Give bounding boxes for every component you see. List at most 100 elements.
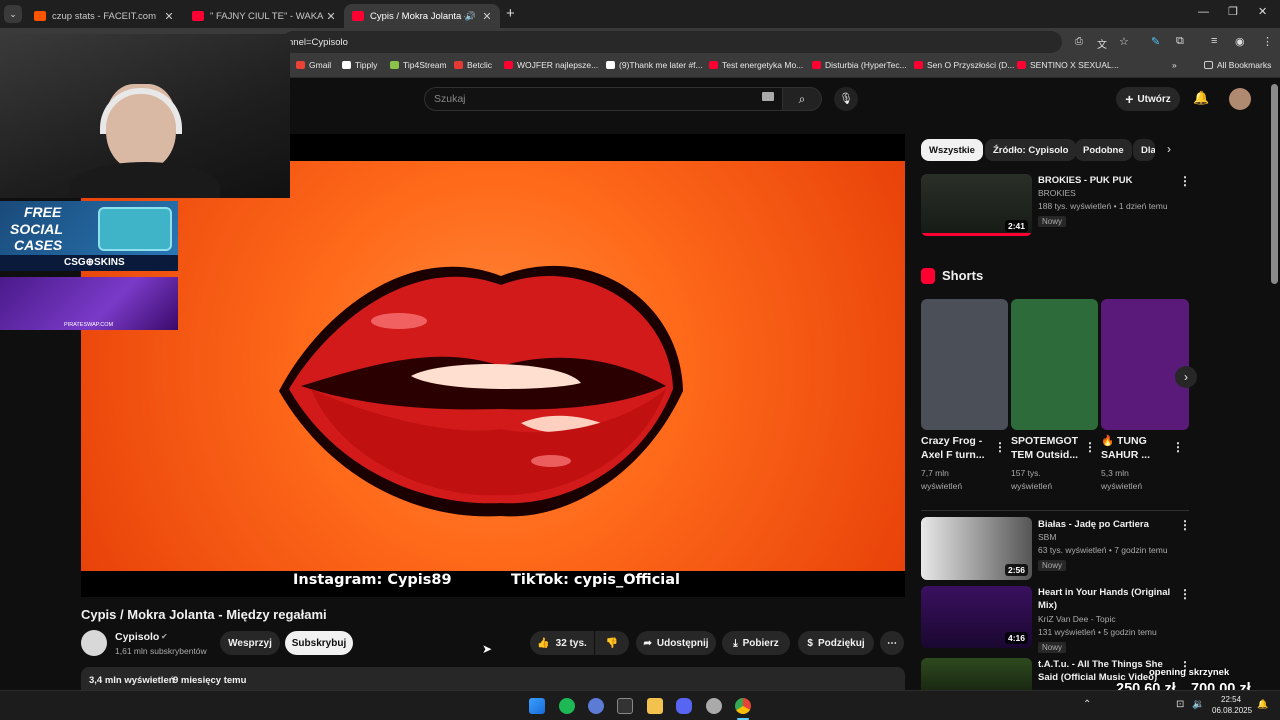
subscribe-button[interactable]: Subskrybuj xyxy=(285,631,353,655)
short-title[interactable]: Crazy Frog - xyxy=(921,435,982,448)
short-title-line2[interactable]: SAHUR ... xyxy=(1101,449,1150,462)
url-field[interactable] xyxy=(282,31,1062,53)
more-options-icon[interactable]: ⋮ xyxy=(1179,518,1191,532)
rec-channel[interactable]: SBM xyxy=(1038,531,1056,544)
bookmark-test-energetyka[interactable]: Test energetyka Mo... xyxy=(709,60,803,70)
mic-button[interactable]: 🎙 xyxy=(834,87,858,111)
short-title[interactable]: 🔥 TUNG xyxy=(1101,435,1147,448)
tab-youtube-wakacje[interactable]: " FAJNY CIUL TE" - WAKACY ✕ xyxy=(184,4,344,28)
rec-title[interactable]: Heart in Your Hands (Original xyxy=(1038,586,1170,599)
more-options-icon[interactable]: ⋮ xyxy=(1084,440,1096,454)
more-options-icon[interactable]: ⋮ xyxy=(1179,587,1191,601)
tab-search-button[interactable]: ⌄ xyxy=(4,5,22,23)
rec-channel[interactable]: KriZ Van Dee - Topic xyxy=(1038,613,1116,626)
install-app-icon[interactable]: ⎙ xyxy=(1075,36,1083,47)
close-icon[interactable]: ✕ xyxy=(162,10,176,23)
channel-name[interactable]: Cypisolo xyxy=(115,631,159,643)
scrollbar[interactable] xyxy=(1271,84,1278,284)
new-tab-button[interactable]: + xyxy=(506,5,515,22)
close-icon[interactable]: ✕ xyxy=(324,10,338,23)
rec-thumbnail[interactable] xyxy=(921,658,1032,690)
rec-title[interactable]: BROKIES - PUK PUK xyxy=(1038,174,1132,187)
chip-from-channel[interactable]: Źródło: Cypisolo xyxy=(985,139,1077,161)
media-icon[interactable]: ≡ xyxy=(1211,35,1217,47)
close-window-button[interactable]: ✕ xyxy=(1258,5,1267,18)
chevron-right-icon[interactable]: › xyxy=(1167,142,1171,156)
avatar[interactable] xyxy=(1229,88,1251,110)
volume-icon[interactable]: 🔉 xyxy=(1192,699,1204,710)
share-button[interactable]: ➦ Udostępnij xyxy=(636,631,716,655)
bookmark-thankmelater[interactable]: (9)Thank me later #f... xyxy=(606,60,703,70)
chip-related[interactable]: Podobne xyxy=(1075,139,1132,161)
bookmark-all[interactable]: All Bookmarks xyxy=(1204,60,1271,70)
app-icon[interactable] xyxy=(588,698,604,714)
close-icon[interactable]: ✕ xyxy=(480,10,494,23)
short-thumbnail[interactable] xyxy=(1011,299,1098,430)
steam-icon[interactable] xyxy=(706,698,722,714)
menu-icon[interactable]: ⋮ xyxy=(1262,35,1273,48)
minimize-button[interactable]: — xyxy=(1198,6,1209,18)
rec-thumbnail[interactable]: 2:56 xyxy=(921,517,1032,580)
rec-title-line2[interactable]: Mix) xyxy=(1038,599,1057,612)
speaker-icon[interactable]: 🔊 xyxy=(465,11,476,22)
shorts-next-button[interactable]: › xyxy=(1175,366,1197,388)
maximize-button[interactable]: ❐ xyxy=(1228,5,1238,18)
download-button[interactable]: ⤓ Pobierz xyxy=(722,631,790,655)
create-button[interactable]: + Utwórz xyxy=(1116,87,1180,111)
windows-start-icon[interactable] xyxy=(529,698,545,714)
bookmark-sentino[interactable]: SENTINO X SEXUAL... xyxy=(1017,60,1119,70)
bookmark-sen[interactable]: Sen O Przyszłości (D... xyxy=(914,60,1014,70)
discord-icon[interactable] xyxy=(676,698,692,714)
thanks-button[interactable]: $ Podziękuj xyxy=(798,631,874,655)
tray-chevron-icon[interactable]: ⌃ xyxy=(1083,699,1091,710)
epic-games-icon[interactable] xyxy=(617,698,633,714)
rec-title[interactable]: Białas - Jadę po Cartiera xyxy=(1038,518,1149,531)
file-explorer-icon[interactable] xyxy=(647,698,663,714)
extension-icon[interactable]: ✎ xyxy=(1151,35,1160,48)
video-player[interactable]: Instagram: Cypis89 TikTok: cypis_Officia… xyxy=(81,134,905,597)
profile-icon[interactable]: ◉ xyxy=(1235,35,1245,48)
clock-time[interactable]: 22:54 xyxy=(1221,695,1241,704)
notifications-icon[interactable]: 🔔 xyxy=(1193,90,1209,106)
tab-youtube-cypis[interactable]: Cypis / Mokra Jolanta - Mię 🔊 ✕ xyxy=(344,4,500,28)
notification-bell-icon[interactable]: 🔔 xyxy=(1257,699,1268,710)
rec-thumbnail[interactable]: 2:41 xyxy=(921,174,1032,236)
like-button[interactable]: 👍 32 tys. xyxy=(530,631,594,655)
more-actions-button[interactable]: ⋯ xyxy=(880,631,904,655)
rec-channel[interactable]: BROKIES xyxy=(1038,187,1076,200)
short-thumbnail[interactable] xyxy=(1101,299,1189,430)
bookmark-gmail[interactable]: Gmail xyxy=(296,60,331,70)
translate-icon[interactable]: 文 xyxy=(1097,36,1107,51)
rec-thumbnail[interactable]: 4:16 xyxy=(921,586,1032,648)
tab-faceit[interactable]: czup stats - FACEIT.com ✕ xyxy=(26,4,182,28)
short-title[interactable]: SPOTEMGOT xyxy=(1011,435,1078,448)
short-thumbnail[interactable] xyxy=(921,299,1008,430)
bookmark-disturbia[interactable]: Disturbia (HyperTec... xyxy=(812,60,907,70)
star-icon[interactable]: ☆ xyxy=(1119,35,1129,48)
bookmark-betclic[interactable]: Betclic xyxy=(454,60,492,70)
rec-title[interactable]: t.A.T.u. - All The Things She xyxy=(1038,658,1163,671)
spotify-icon[interactable] xyxy=(559,698,575,714)
channel-avatar[interactable] xyxy=(81,630,107,656)
short-title-line2[interactable]: Axel F turn... xyxy=(921,449,985,462)
join-button[interactable]: Wesprzyj xyxy=(220,631,280,655)
puzzle-icon[interactable]: ⧉ xyxy=(1176,35,1184,48)
more-options-icon[interactable]: ⋮ xyxy=(994,440,1006,454)
bookmark-tipply[interactable]: Tipply xyxy=(342,60,377,70)
more-options-icon[interactable]: ⋮ xyxy=(1179,174,1191,188)
download-icon: ⤓ xyxy=(733,637,738,649)
search-input[interactable] xyxy=(424,87,784,111)
more-options-icon[interactable]: ⋮ xyxy=(1172,440,1184,454)
dislike-button[interactable]: 👎 xyxy=(595,631,629,655)
chrome-icon[interactable] xyxy=(735,698,751,714)
chip-for-you[interactable]: Dla xyxy=(1133,139,1155,161)
bookmark-tip4stream[interactable]: Tip4Stream xyxy=(390,60,447,70)
bookmark-wojfer[interactable]: WOJFER najlepsze... xyxy=(504,60,598,70)
keyboard-icon[interactable] xyxy=(762,92,774,101)
bookmarks-overflow-icon[interactable]: » xyxy=(1172,60,1177,70)
search-button[interactable]: ⌕ xyxy=(782,87,822,111)
chip-all[interactable]: Wszystkie xyxy=(921,139,983,161)
wifi-icon[interactable]: ⊡ xyxy=(1176,699,1184,710)
short-title-line2[interactable]: TEM Outsid... xyxy=(1011,449,1078,462)
clock-date[interactable]: 06.08.2025 xyxy=(1212,706,1252,715)
